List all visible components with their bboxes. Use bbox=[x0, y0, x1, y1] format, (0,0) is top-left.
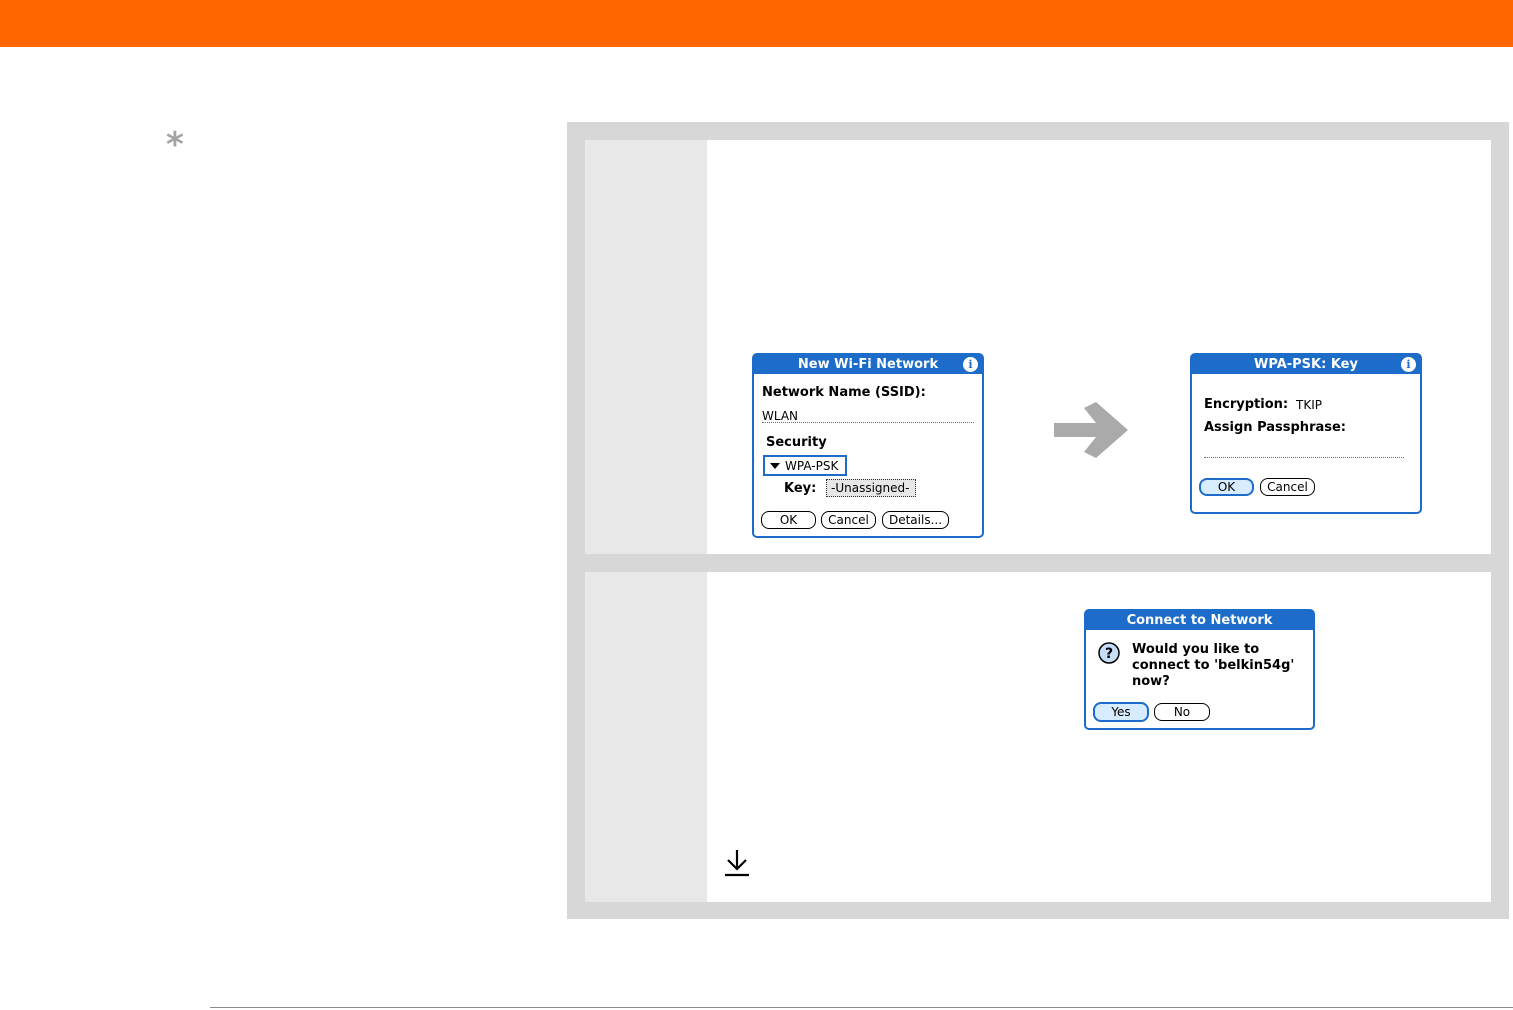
message-line-1: Would you like to bbox=[1132, 642, 1260, 657]
step-2: Connect to Network ? Would you like to c… bbox=[585, 572, 1491, 902]
no-button[interactable]: No bbox=[1154, 703, 1210, 721]
key-label: Key: bbox=[784, 481, 817, 496]
dialog-title-bar: New Wi-Fi Network i bbox=[754, 355, 982, 374]
ok-button[interactable]: OK bbox=[1199, 478, 1254, 496]
passphrase-label: Assign Passphrase: bbox=[1204, 420, 1347, 435]
dialog-title: New Wi-Fi Network bbox=[797, 357, 939, 372]
network-name-label: Network Name (SSID): bbox=[762, 385, 926, 400]
step-number-column bbox=[585, 572, 707, 902]
encryption-value: TKIP bbox=[1296, 398, 1322, 412]
cancel-button[interactable]: Cancel bbox=[821, 511, 876, 529]
download-arrow-icon bbox=[725, 850, 749, 877]
dialog-title: WPA-PSK: Key bbox=[1254, 357, 1358, 372]
dropdown-triangle-icon bbox=[770, 463, 780, 469]
wpa-psk-key-dialog: WPA-PSK: Key i Encryption: TKIP Assign P… bbox=[1190, 353, 1422, 514]
info-icon[interactable]: i bbox=[963, 357, 978, 372]
footer-rule bbox=[210, 1007, 1513, 1008]
connect-to-network-dialog: Connect to Network ? Would you like to c… bbox=[1084, 609, 1315, 730]
message-line-2: connect to 'belkin54g' bbox=[1132, 658, 1295, 673]
encryption-label: Encryption: bbox=[1204, 397, 1289, 412]
dialog-title: Connect to Network bbox=[1126, 613, 1273, 628]
ok-button[interactable]: OK bbox=[761, 511, 816, 529]
security-value: WPA-PSK bbox=[785, 459, 839, 473]
passphrase-field[interactable] bbox=[1204, 457, 1404, 458]
message-line-3: now? bbox=[1132, 674, 1170, 689]
question-icon: ? bbox=[1098, 642, 1120, 664]
security-label: Security bbox=[766, 435, 827, 450]
key-button[interactable]: -Unassigned- bbox=[826, 479, 916, 497]
step-1: New Wi-Fi Network i Network Name (SSID):… bbox=[585, 140, 1491, 554]
header-bar bbox=[0, 0, 1513, 47]
network-name-underline bbox=[762, 422, 974, 423]
svg-text:?: ? bbox=[1105, 646, 1113, 662]
step-number-column bbox=[585, 140, 707, 554]
network-name-value[interactable]: WLAN bbox=[762, 409, 798, 423]
right-arrow-icon bbox=[1054, 402, 1128, 458]
key-value: -Unassigned- bbox=[831, 481, 910, 495]
yes-button[interactable]: Yes bbox=[1093, 702, 1149, 722]
steps-panel: New Wi-Fi Network i Network Name (SSID):… bbox=[567, 122, 1509, 919]
dialog-title-bar: WPA-PSK: Key i bbox=[1192, 355, 1420, 374]
details-button[interactable]: Details... bbox=[882, 511, 949, 529]
dialog-title-bar: Connect to Network bbox=[1086, 611, 1313, 630]
tip-star-icon: * bbox=[166, 125, 184, 165]
security-picker[interactable]: WPA-PSK bbox=[763, 455, 847, 476]
cancel-button[interactable]: Cancel bbox=[1260, 478, 1315, 496]
info-icon[interactable]: i bbox=[1401, 357, 1416, 372]
new-wifi-network-dialog: New Wi-Fi Network i Network Name (SSID):… bbox=[752, 353, 984, 538]
